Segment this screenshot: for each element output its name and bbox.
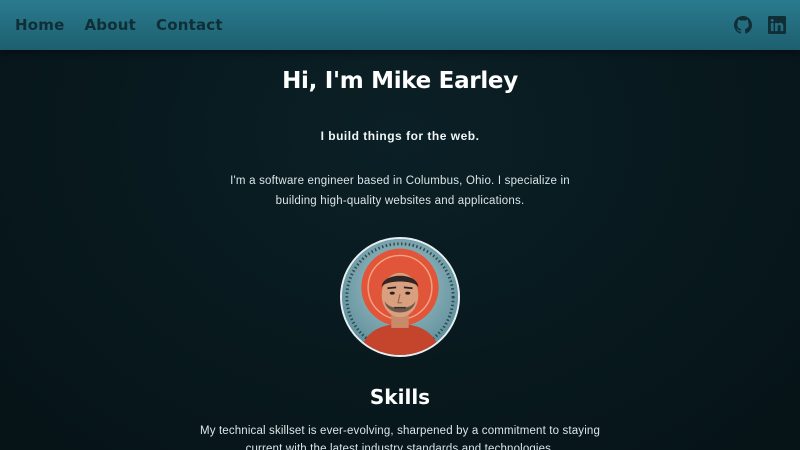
linkedin-icon[interactable] <box>768 16 786 34</box>
skills-description: My technical skillset is ever-evolving, … <box>199 425 600 450</box>
profile-portrait-illustration <box>342 239 458 355</box>
social-links <box>734 16 786 34</box>
hero-tagline: I build things for the web. <box>320 129 480 143</box>
hero-title: Hi, I'm Mike Earley <box>282 68 518 94</box>
github-icon[interactable] <box>734 16 752 34</box>
hero-intro: I'm a software engineer based in Columbu… <box>230 175 570 207</box>
top-navigation-bar: Home About Contact <box>0 0 800 50</box>
main-content: Hi, I'm Mike Earley I build things for t… <box>0 50 800 450</box>
skills-heading: Skills <box>369 385 431 409</box>
main-nav: Home About Contact <box>15 16 223 34</box>
nav-home-link[interactable]: Home <box>15 16 64 34</box>
nav-about-link[interactable]: About <box>84 16 136 34</box>
profile-avatar <box>340 237 460 357</box>
nav-contact-link[interactable]: Contact <box>156 16 223 34</box>
